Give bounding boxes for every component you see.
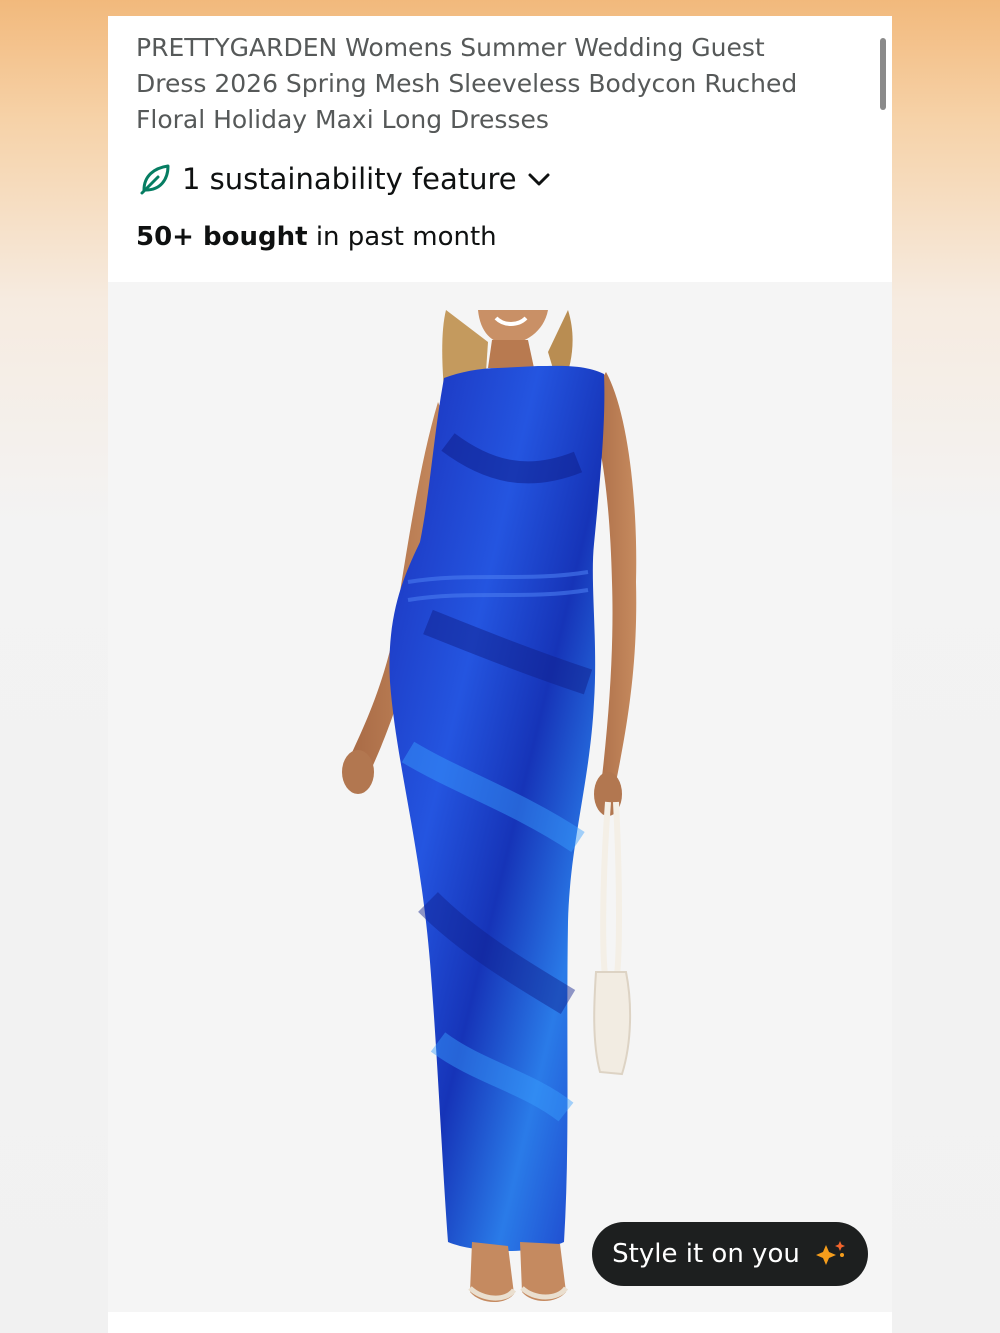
product-title[interactable]: PRETTYGARDEN Womens Summer Wedding Guest… <box>136 30 836 138</box>
bought-in-past-month: 50+ bought in past month <box>136 222 497 252</box>
bought-count: 50+ bought <box>136 222 308 252</box>
chevron-down-icon <box>528 173 550 186</box>
product-image-gallery[interactable] <box>108 282 892 1312</box>
sustainability-features-toggle[interactable]: 1 sustainability feature <box>138 162 553 196</box>
bottom-divider <box>108 1312 892 1333</box>
style-it-on-you-label: Style it on you <box>612 1239 800 1269</box>
scrollbar[interactable] <box>880 38 886 110</box>
sustainability-label: 1 sustainability feature <box>182 162 517 196</box>
bought-suffix: in past month <box>307 222 497 252</box>
style-it-on-you-button[interactable]: Style it on you <box>592 1222 868 1286</box>
sparkle-icon <box>815 1241 845 1265</box>
product-image[interactable] <box>108 282 892 1312</box>
leaf-icon <box>140 164 170 195</box>
product-card: PRETTYGARDEN Womens Summer Wedding Guest… <box>108 16 892 1333</box>
